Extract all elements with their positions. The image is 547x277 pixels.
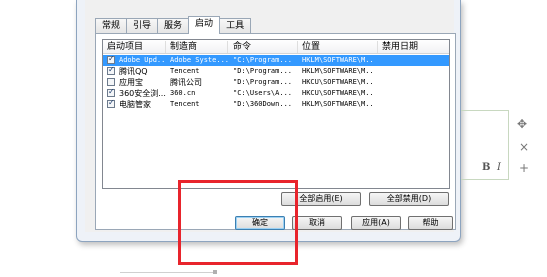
cell-command: "C:\Users\A... — [233, 89, 293, 97]
startup-checkbox[interactable]: ✓ — [107, 87, 115, 97]
tab-tools[interactable]: 工具 — [219, 18, 252, 34]
divider — [120, 272, 215, 273]
italic-button[interactable]: I — [497, 162, 501, 173]
tab-services[interactable]: 服务 — [157, 18, 190, 34]
column-separator[interactable] — [297, 41, 298, 53]
cell-location: HKLM\SOFTWARE\M... — [302, 56, 374, 64]
help-button[interactable]: 帮助 — [408, 216, 453, 230]
column-header-maker[interactable]: 制造商 — [170, 42, 197, 52]
cell-location: HKLM\SOFTWARE\M... — [302, 100, 374, 108]
resize-handle[interactable] — [213, 270, 217, 274]
tab-startup[interactable]: 启动 — [188, 16, 221, 34]
list-header: 启动项目 制造商 命令 位置 禁用日期 — [103, 40, 449, 54]
cell-maker: 360.cn — [170, 89, 196, 97]
column-header-location[interactable]: 位置 — [302, 42, 320, 52]
table-row[interactable]: 应用宝 腾讯公司 "D:\Program... HKCU\SOFTWARE\M... — [103, 77, 449, 88]
cancel-button[interactable]: 取消 — [292, 216, 342, 230]
startup-checkbox[interactable]: ✓ — [107, 54, 115, 64]
cell-location: HKCU\SOFTWARE\M... — [302, 78, 374, 86]
column-separator[interactable] — [377, 41, 378, 53]
check-icon: ✓ — [108, 54, 115, 63]
startup-list[interactable]: 启动项目 制造商 命令 位置 禁用日期 ✓ Adobe Upd... Adobe S… — [102, 39, 450, 189]
startup-checkbox[interactable]: ✓ — [107, 98, 115, 108]
cell-maker: Tencent — [170, 100, 200, 108]
table-row[interactable]: ✓ 电脑管家 Tencent "D:\360Down... HKLM\SOFTWARE\… — [103, 98, 449, 110]
column-header-disabled-date[interactable]: 禁用日期 — [382, 42, 418, 52]
table-row[interactable]: ✓ 腾讯QQ Tencent "D:\Program... HKLM\SOFTWARE\… — [103, 65, 449, 77]
cell-maker: 腾讯公司 — [170, 78, 202, 87]
tab-general[interactable]: 常规 — [95, 18, 128, 34]
cell-command: "D:\Program... — [233, 78, 293, 86]
cell-item: 电脑管家 — [119, 100, 151, 109]
cell-command: "D:\360Down... — [233, 100, 293, 108]
bold-button[interactable]: B — [482, 162, 490, 173]
cell-item: Adobe Upd... — [119, 56, 166, 64]
check-icon: ✓ — [108, 87, 115, 96]
cell-location: HKLM\SOFTWARE\M... — [302, 67, 374, 75]
cell-command: "C:\Program... — [233, 56, 293, 64]
cell-item: 应用宝 — [119, 78, 143, 87]
apply-button[interactable]: 应用(A) — [351, 216, 401, 230]
column-separator[interactable] — [227, 41, 228, 53]
cell-item: 腾讯QQ — [119, 67, 148, 76]
move-icon[interactable]: ✥ — [517, 117, 527, 131]
column-header-item[interactable]: 启动项目 — [107, 42, 143, 52]
highlight-box — [178, 180, 298, 265]
table-row[interactable]: ✓ 360安全浏... 360.cn "C:\Users\A... HKCU\SOFTW… — [103, 87, 449, 99]
tab-strip: 常规 引导 服务 启动 工具 — [95, 16, 252, 34]
startup-checkbox[interactable]: ✓ — [107, 65, 115, 75]
tab-boot[interactable]: 引导 — [126, 18, 159, 34]
check-icon: ✓ — [108, 98, 115, 107]
column-header-command[interactable]: 命令 — [233, 42, 251, 52]
add-icon[interactable]: + — [519, 161, 529, 175]
cell-item: 360安全浏... — [119, 89, 166, 98]
check-icon: ✓ — [108, 65, 115, 74]
close-icon[interactable]: × — [519, 140, 529, 154]
cell-command: "D:\Program... — [233, 67, 293, 75]
cell-location: HKCU\SOFTWARE\M... — [302, 89, 374, 97]
cell-maker: Adobe Syste... — [170, 56, 229, 64]
table-row[interactable]: ✓ Adobe Upd... Adobe Syste... "C:\Program..… — [103, 54, 449, 66]
cell-maker: Tencent — [170, 67, 200, 75]
startup-checkbox[interactable] — [107, 78, 115, 86]
disable-all-button[interactable]: 全部禁用(D) — [369, 192, 449, 206]
column-separator[interactable] — [165, 41, 166, 53]
